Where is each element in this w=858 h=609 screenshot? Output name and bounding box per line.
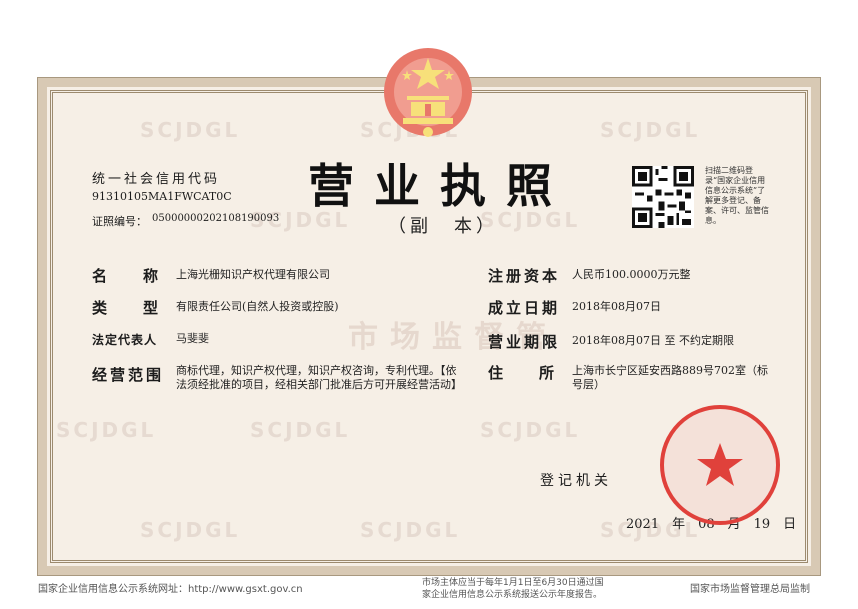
watermark: SCJDGL xyxy=(140,118,241,142)
watermark: SCJDGL xyxy=(600,118,701,142)
type-value: 有限责任公司(自然人投资或控股) xyxy=(176,300,339,313)
registration-authority: 登记机关 xyxy=(540,473,612,489)
cert-no-label: 证照编号： xyxy=(92,215,147,228)
established-label: 成立日期 xyxy=(488,299,561,317)
watermark: SCJDGL xyxy=(56,418,157,442)
type-label: 类 型 xyxy=(92,299,161,317)
name-value: 上海光栅知识产权代理有限公司 xyxy=(176,268,330,281)
watermark: SCJDGL xyxy=(250,418,351,442)
scope-label: 经营范围 xyxy=(92,366,165,384)
footer-annual-report-note: 市场主体应当于每年1月1日至6月30日通过国家企业信用信息公示系统报送公示年度报… xyxy=(422,578,604,600)
credit-code-label: 统一社会信用代码 xyxy=(92,172,221,187)
scope-value: 商标代理，知识产权代理，知识产权咨询，专利代理。【依法须经批准的项目，经相关部门… xyxy=(176,364,462,391)
legal-rep-value: 马斐斐 xyxy=(176,332,209,345)
name-label: 名 称 xyxy=(92,267,161,285)
cert-no-value: 05000000202108190093 xyxy=(152,213,280,224)
footer-gsxt-url: 国家企业信用信息公示系统网址：http://www.gsxt.gov.cn xyxy=(38,584,303,595)
qr-note: 扫描二维码登录“国家企业信用信息公示系统”了解更多登记、备案、许可、监管信息。 xyxy=(705,166,769,225)
page-subtitle: （副 本） xyxy=(388,216,498,237)
address-label: 住 所 xyxy=(488,364,557,382)
credit-code-value: 91310105MA1FWCAT0C xyxy=(92,190,232,203)
watermark: SCJDGL xyxy=(140,518,241,542)
legal-rep-label: 法定代表人 xyxy=(92,333,158,347)
official-seal-icon xyxy=(660,405,780,525)
footer-issuer: 国家市场监督管理总局监制 xyxy=(690,584,810,595)
term-value: 2018年08月07日 至 不约定期限 xyxy=(572,334,734,347)
address-value: 上海市长宁区延安西路889号702室（标号层） xyxy=(572,364,768,391)
established-value: 2018年08月07日 xyxy=(572,300,661,313)
term-label: 营业期限 xyxy=(488,333,561,351)
capital-label: 注册资本 xyxy=(488,267,561,285)
qr-code-icon[interactable] xyxy=(632,166,694,228)
watermark: SCJDGL xyxy=(360,518,461,542)
watermark: SCJDGL xyxy=(480,418,581,442)
page-title: 营业执照 xyxy=(308,159,572,213)
national-emblem-icon xyxy=(384,48,472,137)
capital-value: 人民币100.0000万元整 xyxy=(572,268,691,281)
